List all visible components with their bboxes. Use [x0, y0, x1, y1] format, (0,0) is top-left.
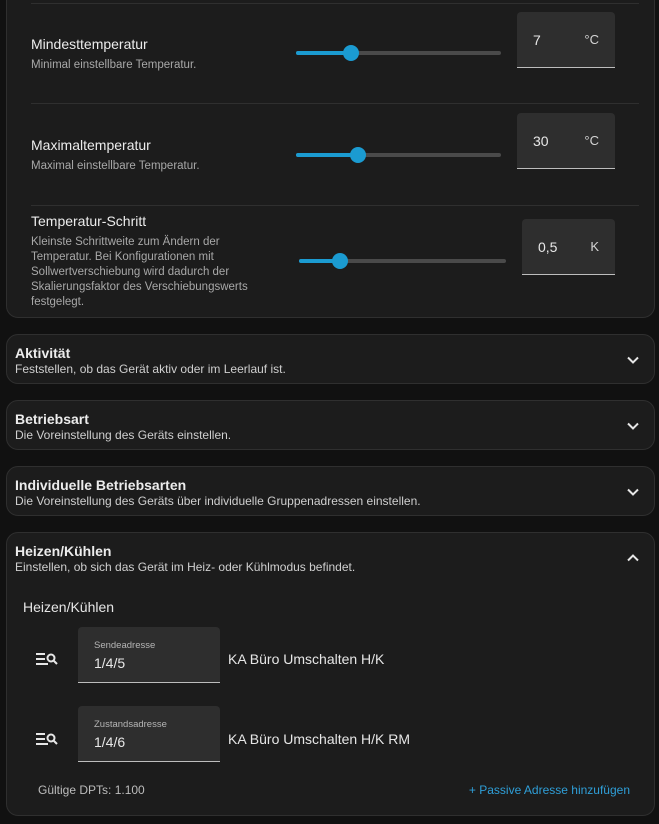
- state-address-name: KA Büro Umschalten H/K RM: [228, 731, 411, 747]
- accordion-custom-modes[interactable]: Individuelle Betriebsarten Die Voreinste…: [6, 466, 655, 516]
- list-search-icon[interactable]: [36, 651, 58, 667]
- max-temp-input[interactable]: 30 °C: [517, 113, 615, 169]
- min-temp-description: Minimal einstellbare Temperatur.: [31, 59, 197, 71]
- divider: [31, 103, 639, 104]
- slider-thumb[interactable]: [332, 253, 349, 269]
- accordion-title: Betriebsart: [15, 411, 89, 427]
- accordion-subtitle: Feststellen, ob das Gerät aktiv oder im …: [15, 362, 286, 376]
- accordion-title: Individuelle Betriebsarten: [15, 477, 187, 493]
- min-temp-input[interactable]: 7 °C: [517, 12, 615, 68]
- state-address-field[interactable]: Zustandsadresse 1/4/6: [78, 706, 220, 762]
- temp-step-title: Temperatur-Schritt: [31, 213, 147, 229]
- accordion-title[interactable]: Heizen/Kühlen: [15, 543, 111, 559]
- divider: [31, 3, 639, 4]
- slider-thumb[interactable]: [349, 147, 366, 163]
- valid-dpts-text: Gültige DPTs: 1.100: [38, 783, 145, 797]
- section-heading: Heizen/Kühlen: [23, 599, 115, 615]
- chevron-down-icon[interactable]: [626, 419, 640, 433]
- list-search-icon[interactable]: [36, 731, 58, 747]
- chevron-up-icon[interactable]: [626, 551, 640, 565]
- accordion-operating-mode[interactable]: Betriebsart Die Voreinstellung des Gerät…: [6, 400, 655, 450]
- temp-step-unit: K: [590, 239, 599, 254]
- accordion-activity[interactable]: Aktivität Feststellen, ob das Gerät akti…: [6, 334, 655, 384]
- divider: [31, 205, 639, 206]
- state-address-value: 1/4/6: [94, 734, 126, 750]
- accordion-heat-cool: Heizen/Kühlen Einstellen, ob sich das Ge…: [6, 532, 655, 816]
- temp-step-value: 0,5: [538, 239, 558, 255]
- accordion-subtitle: Die Voreinstellung des Geräts über indiv…: [15, 494, 421, 508]
- send-address-label: Sendeadresse: [94, 640, 156, 651]
- send-address-field[interactable]: Sendeadresse 1/4/5: [78, 627, 220, 683]
- slider-thumb[interactable]: [343, 45, 360, 61]
- chevron-down-icon[interactable]: [626, 353, 640, 367]
- accordion-title: Aktivität: [15, 345, 71, 361]
- min-temp-value: 7: [533, 32, 541, 48]
- max-temp-value: 30: [533, 133, 549, 149]
- max-temp-description: Maximal einstellbare Temperatur.: [31, 160, 200, 172]
- min-temp-slider[interactable]: [296, 44, 501, 62]
- state-address-label: Zustandsadresse: [94, 719, 167, 730]
- temperature-settings-card: Mindesttemperatur Minimal einstellbare T…: [6, 0, 655, 318]
- temp-step-input[interactable]: 0,5 K: [522, 219, 615, 275]
- temp-step-description: Kleinste Schrittweite zum Ändern der Tem…: [31, 236, 248, 308]
- min-temp-unit: °C: [584, 32, 599, 47]
- max-temp-slider[interactable]: [296, 146, 501, 164]
- max-temp-title: Maximaltemperatur: [31, 137, 151, 153]
- temp-step-slider[interactable]: [299, 252, 506, 270]
- add-passive-address-link[interactable]: + Passive Adresse hinzufügen: [469, 783, 630, 797]
- slider-fill: [296, 153, 358, 157]
- chevron-down-icon[interactable]: [626, 485, 640, 499]
- max-temp-unit: °C: [584, 133, 599, 148]
- accordion-subtitle: Einstellen, ob sich das Gerät im Heiz- o…: [15, 560, 356, 574]
- accordion-subtitle: Die Voreinstellung des Geräts einstellen…: [15, 428, 232, 442]
- send-address-value: 1/4/5: [94, 655, 126, 671]
- min-temp-title: Mindesttemperatur: [31, 36, 148, 52]
- send-address-name: KA Büro Umschalten H/K: [228, 651, 385, 667]
